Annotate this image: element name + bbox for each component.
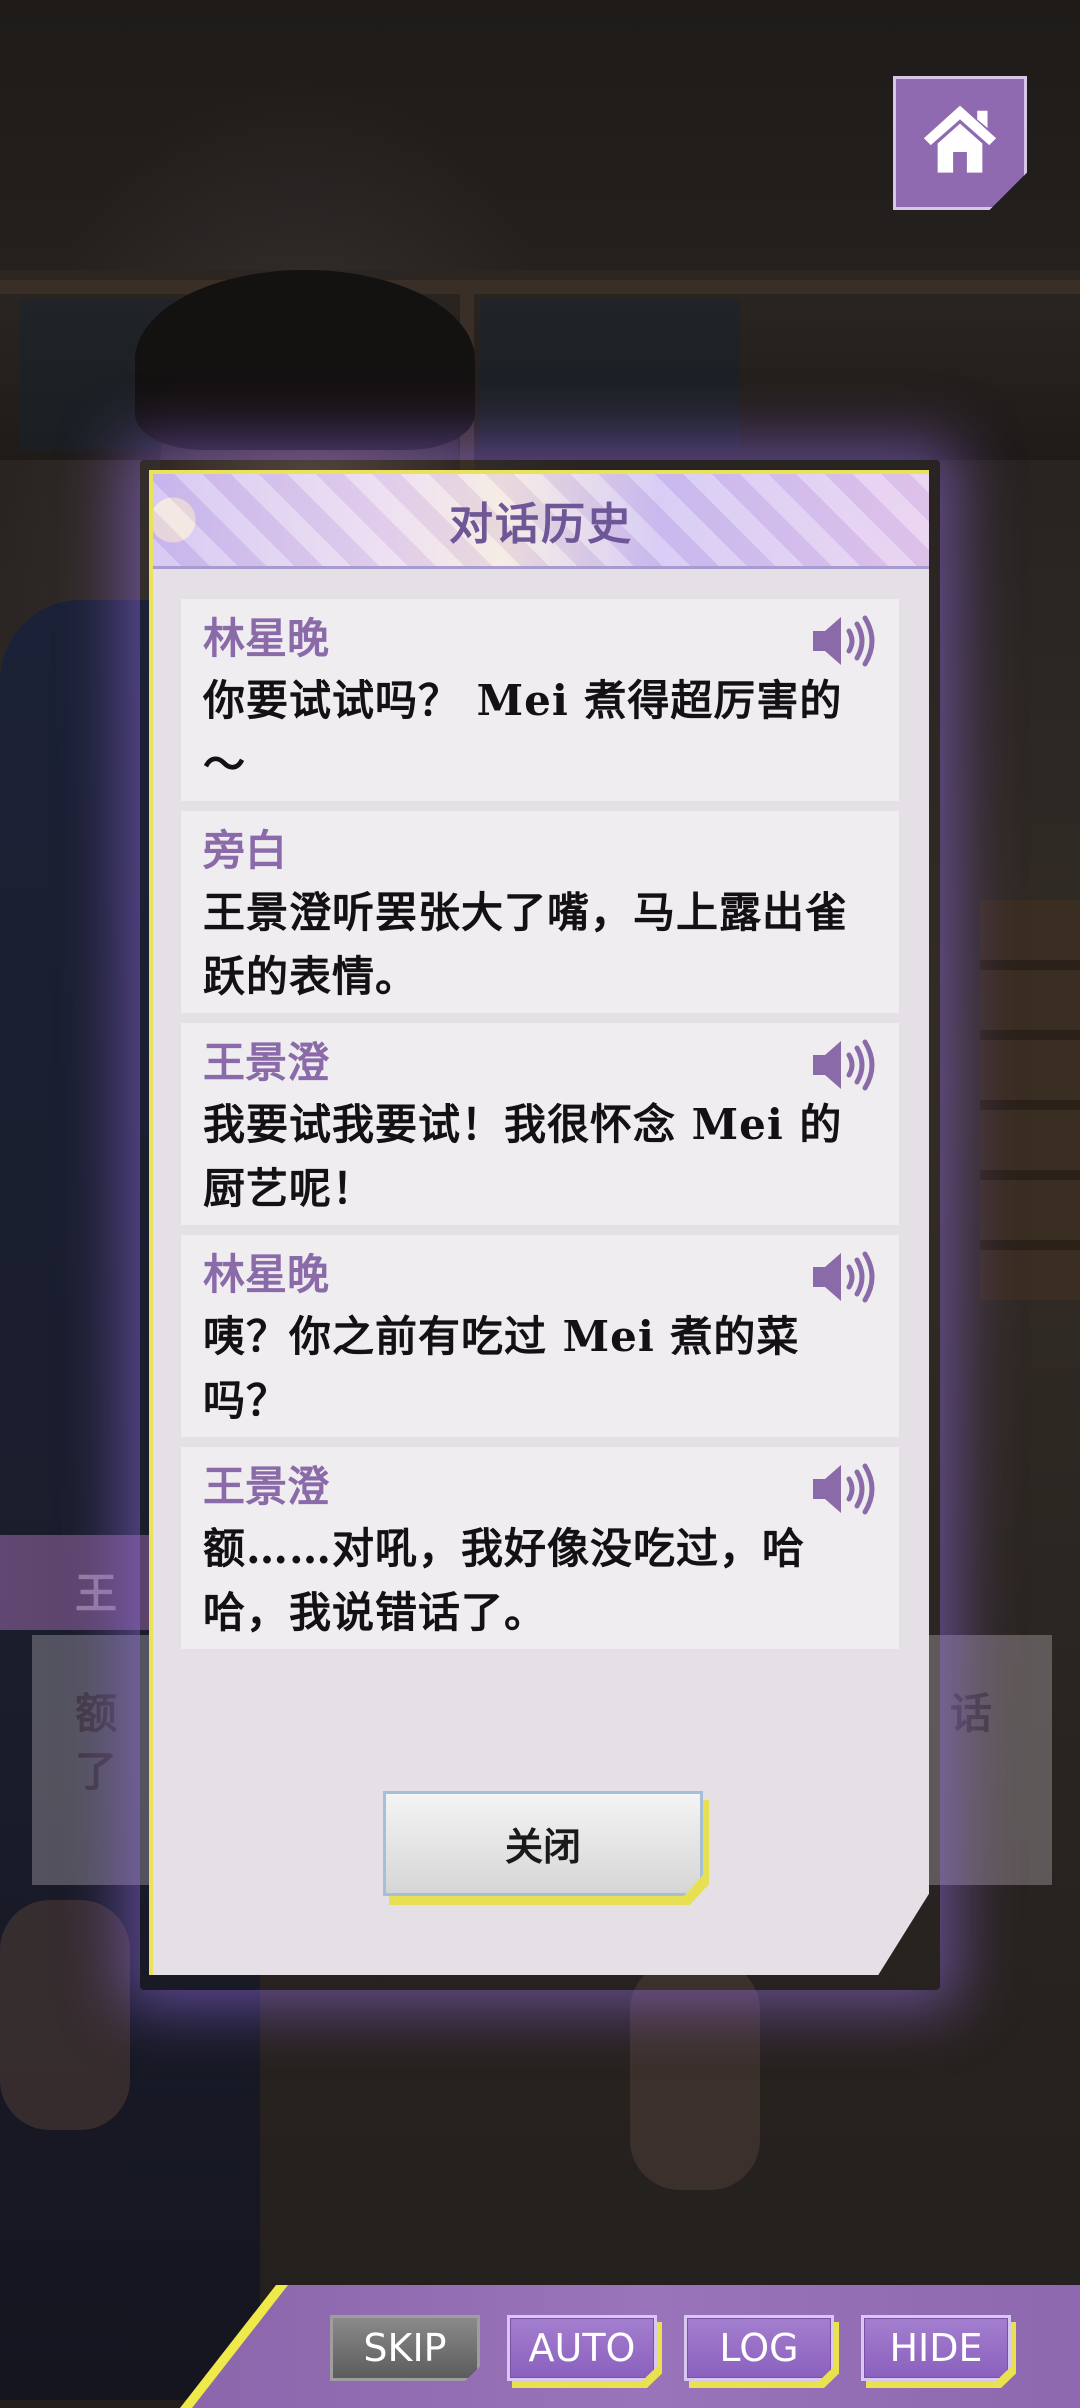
log-entry-speaker: 林星晚 — [203, 1250, 330, 1299]
close-button[interactable]: 关闭 — [383, 1791, 703, 1896]
log-entry-speaker: 旁白 — [203, 826, 288, 875]
log-entry-text: 我要试我要试！我很怀念 Mei 的厨艺呢！ — [203, 1100, 843, 1213]
log-entry-text: 咦？你之前有吃过 Mei 煮的菜吗？ — [203, 1312, 800, 1425]
log-entry-text: 你要试试吗？ Mei 煮得超厉害的～ — [203, 676, 843, 789]
speaker-icon — [813, 1251, 875, 1303]
log-entry-speaker: 王景澄 — [203, 1462, 330, 1511]
background-shelf — [980, 900, 1080, 1300]
speaker-icon — [813, 615, 875, 667]
log-entry-speaker: 林星晚 — [203, 614, 330, 663]
home-button[interactable] — [893, 76, 1027, 210]
log-button[interactable]: LOG — [684, 2315, 834, 2381]
log-entry-speaker: 王景澄 — [203, 1038, 330, 1087]
voice-replay-button[interactable] — [811, 1249, 877, 1305]
background-text-right: 话 — [950, 1689, 993, 1738]
log-entry-text: 王景澄听罢张大了嘴，马上露出雀跃的表情。 — [203, 888, 849, 1001]
log-panel-title: 对话历史 — [449, 499, 633, 550]
log-entry: 旁白 王景澄听罢张大了嘴，马上露出雀跃的表情。 — [181, 811, 899, 1013]
background-beam — [0, 280, 1080, 294]
log-entry: 林星晚 咦？你之前有吃过 Mei 煮的菜吗？ — [181, 1235, 899, 1437]
background-text-line2: 了 — [75, 1747, 118, 1796]
speaker-icon — [813, 1039, 875, 1091]
log-entry: 王景澄 我要试我要试！我很怀念 Mei 的厨艺呢！ — [181, 1023, 899, 1225]
auto-button[interactable]: AUTO — [507, 2315, 657, 2381]
character-hand — [0, 1900, 130, 2130]
log-entry: 王景澄 额……对吼，我好像没吃过，哈哈，我说错话了。 — [181, 1447, 899, 1649]
home-icon — [923, 105, 997, 173]
voice-replay-button[interactable] — [811, 1037, 877, 1093]
log-panel-header: 对话历史 — [153, 474, 929, 569]
background-text-line1: 额 — [75, 1689, 118, 1738]
log-entry: 林星晚 你要试试吗？ Mei 煮得超厉害的～ — [181, 599, 899, 801]
log-panel: 对话历史 林星晚 你要试试吗？ Mei 煮得超厉害的～ 旁白 王景澄听罢张大了嘴… — [149, 470, 929, 1975]
hide-button[interactable]: HIDE — [861, 2315, 1011, 2381]
character-hand — [630, 1960, 760, 2190]
log-entry-text: 额……对吼，我好像没吃过，哈哈，我说错话了。 — [203, 1524, 806, 1637]
skip-button[interactable]: SKIP — [330, 2315, 480, 2381]
voice-replay-button[interactable] — [811, 613, 877, 669]
background-speaker-name: 王 — [75, 1569, 118, 1618]
character-hair — [135, 270, 475, 450]
background-window-pane — [480, 300, 740, 450]
voice-replay-button[interactable] — [811, 1461, 877, 1517]
speaker-icon — [813, 1463, 875, 1515]
log-entry-list[interactable]: 林星晚 你要试试吗？ Mei 煮得超厉害的～ 旁白 王景澄听罢张大了嘴，马上露出… — [181, 599, 899, 1659]
